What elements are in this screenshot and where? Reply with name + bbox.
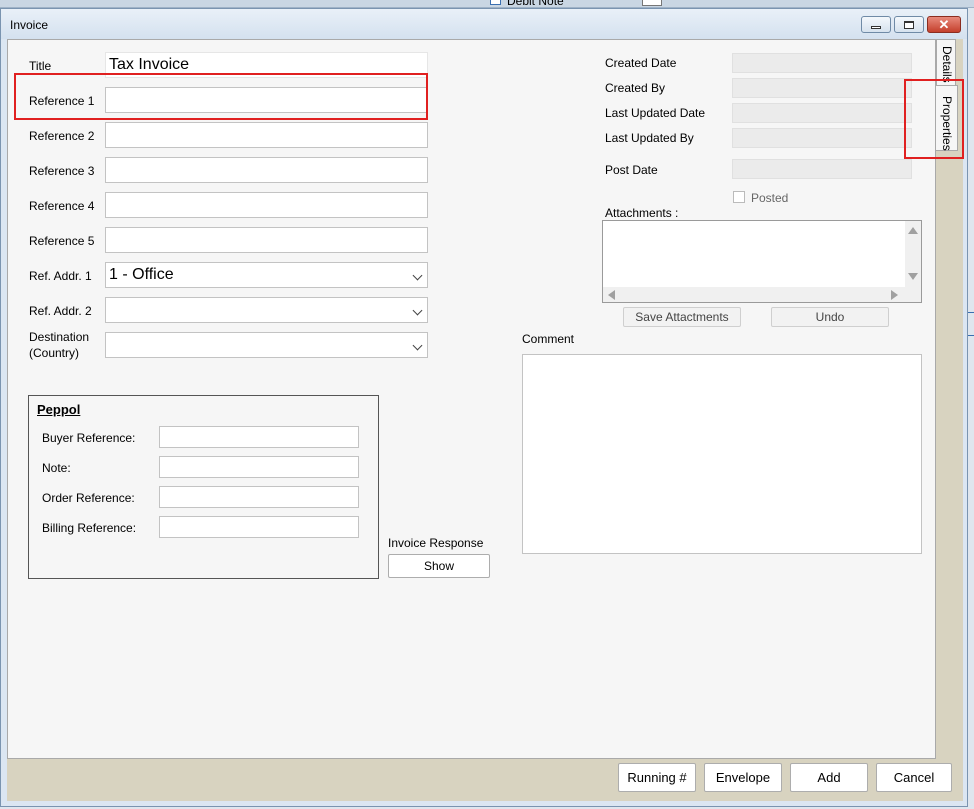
attachments-list[interactable]	[602, 220, 922, 303]
posted-checkbox[interactable]	[733, 191, 745, 203]
created-date-field	[732, 53, 912, 73]
cancel-button[interactable]: Cancel	[876, 763, 952, 792]
window-client: Title Tax Invoice Reference 1 Reference …	[7, 39, 964, 801]
billing-reference-label: Billing Reference:	[42, 521, 137, 535]
tab-details-label: Details	[940, 46, 954, 83]
horizontal-scrollbar[interactable]	[603, 287, 921, 302]
chevron-down-icon	[412, 270, 423, 281]
peppol-heading: Peppol	[37, 402, 81, 417]
last-updated-by-label: Last Updated By	[605, 131, 694, 145]
reference2-label: Reference 2	[29, 129, 95, 143]
background-checkbox-label: Debit Note	[507, 0, 564, 8]
reference5-label: Reference 5	[29, 234, 95, 248]
properties-tab-highlight	[904, 79, 964, 159]
background-line	[968, 312, 974, 313]
reference1-highlight	[14, 73, 428, 120]
reference3-field[interactable]	[105, 157, 428, 183]
order-reference-input[interactable]	[159, 486, 359, 508]
scroll-right-icon[interactable]	[891, 290, 898, 300]
reference3-label: Reference 3	[29, 164, 95, 178]
ref-addr2-label: Ref. Addr. 2	[29, 304, 92, 318]
buyer-reference-input[interactable]	[159, 426, 359, 448]
chevron-down-icon	[412, 340, 423, 351]
last-updated-by-field	[732, 128, 912, 148]
ref-addr1-value: 1 - Office	[109, 266, 174, 283]
reference2-field[interactable]	[105, 122, 428, 148]
destination-label-line1: Destination	[29, 330, 90, 344]
envelope-button[interactable]: Envelope	[704, 763, 782, 792]
post-date-field	[732, 159, 912, 179]
background-app-strip	[0, 0, 974, 8]
title-value: Tax Invoice	[109, 56, 190, 73]
note-label: Note:	[42, 461, 71, 475]
close-icon: ✕	[938, 17, 950, 32]
created-date-label: Created Date	[605, 56, 677, 70]
window-title: Invoice	[10, 18, 49, 32]
title-label: Title	[29, 59, 52, 73]
undo-button[interactable]: Undo	[771, 307, 889, 327]
save-attachments-button[interactable]: Save Attactments	[623, 307, 741, 327]
background-checkbox	[490, 0, 501, 5]
background-line	[968, 335, 974, 336]
created-by-label: Created By	[605, 81, 666, 95]
attachments-label: Attachments :	[605, 206, 679, 220]
last-updated-date-label: Last Updated Date	[605, 106, 706, 120]
posted-label: Posted	[751, 191, 789, 205]
add-button[interactable]: Add	[790, 763, 868, 792]
peppol-group: Peppol Buyer Reference: Note: Order Refe…	[28, 395, 379, 579]
reference4-field[interactable]	[105, 192, 428, 218]
destination-dropdown[interactable]	[105, 332, 428, 358]
scroll-down-icon[interactable]	[908, 273, 918, 280]
reference5-field[interactable]	[105, 227, 428, 253]
created-by-field	[732, 78, 912, 98]
chevron-down-icon	[412, 305, 423, 316]
destination-label-line2: (Country)	[29, 346, 80, 360]
ref-addr1-label: Ref. Addr. 1	[29, 269, 92, 283]
ref-addr2-dropdown[interactable]	[105, 297, 428, 323]
ref-addr1-dropdown[interactable]: 1 - Office	[105, 262, 428, 288]
title-bar[interactable]: Invoice ✕	[1, 9, 967, 39]
reference4-label: Reference 4	[29, 199, 95, 213]
last-updated-date-field	[732, 103, 912, 123]
minimize-icon	[871, 26, 881, 29]
maximize-icon	[904, 20, 914, 29]
post-date-label: Post Date	[605, 163, 658, 177]
background-box	[642, 0, 662, 6]
scroll-left-icon[interactable]	[608, 290, 615, 300]
comment-label: Comment	[522, 332, 575, 346]
invoice-window: Invoice ✕ Title Tax Invoice Reference 1 …	[0, 8, 968, 807]
order-reference-label: Order Reference:	[42, 491, 135, 505]
properties-panel: Title Tax Invoice Reference 1 Reference …	[7, 39, 936, 759]
note-input[interactable]	[159, 456, 359, 478]
minimize-button[interactable]	[861, 16, 891, 33]
show-invoice-response-button[interactable]: Show	[388, 554, 490, 578]
billing-reference-input[interactable]	[159, 516, 359, 538]
close-button[interactable]: ✕	[927, 16, 961, 33]
scroll-up-icon[interactable]	[908, 227, 918, 234]
vertical-scrollbar[interactable]	[905, 221, 921, 287]
running-number-button[interactable]: Running #	[618, 763, 696, 792]
maximize-button[interactable]	[894, 16, 924, 33]
invoice-response-label: Invoice Response	[388, 536, 484, 550]
comment-textarea[interactable]	[522, 354, 922, 554]
buyer-reference-label: Buyer Reference:	[42, 431, 136, 445]
